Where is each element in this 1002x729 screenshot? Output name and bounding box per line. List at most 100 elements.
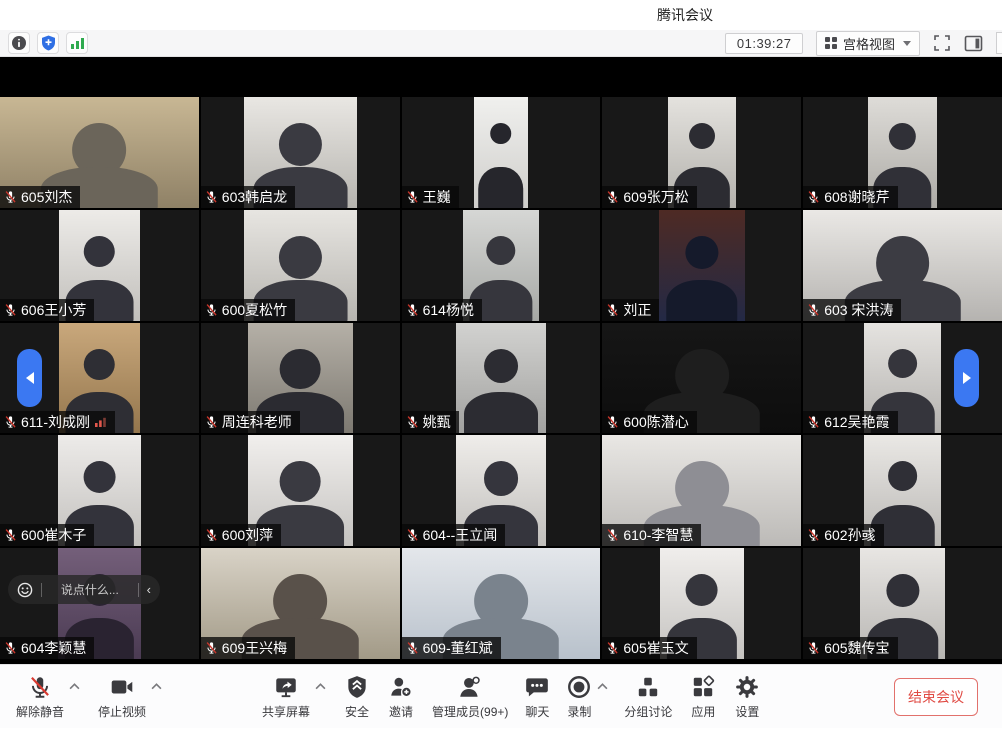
participant-name: 609王兴梅: [222, 640, 287, 656]
collapse-chat-icon[interactable]: ‹: [147, 583, 151, 596]
prev-page-button[interactable]: [17, 349, 42, 407]
next-page-arrow: [963, 372, 971, 384]
video-tile[interactable]: 刘正: [602, 210, 801, 321]
divider: [41, 583, 42, 597]
video-tile[interactable]: 609-董红斌: [402, 548, 601, 659]
participant-name: 612吴艳霞: [824, 414, 889, 430]
mic-muted-icon: [807, 528, 820, 542]
participant-name: 602孙彧: [824, 527, 875, 543]
mic-muted-icon: [807, 415, 820, 429]
expand-caret[interactable]: [315, 683, 326, 690]
meeting-timer: 01:39:27: [725, 33, 804, 54]
security-button[interactable]: 安全: [344, 674, 370, 720]
video-tile[interactable]: 605魏传宝: [803, 548, 1002, 659]
participant-name-tag: 604李颖慧: [0, 637, 94, 659]
video-tile[interactable]: 608谢晓芹: [803, 97, 1002, 208]
video-stage: 605刘杰 603韩启龙: [0, 57, 1002, 664]
dropdown-caret-icon: [903, 41, 911, 46]
participant-name-tag: 周连科老师: [201, 411, 300, 433]
layout-panel-icon: [964, 35, 983, 52]
toolbar-item-label: 管理成员(99+): [432, 703, 508, 720]
quick-chat-input[interactable]: 说点什么...: [50, 581, 130, 598]
mic-muted-icon: [205, 303, 218, 317]
video-tile[interactable]: 602孙彧: [803, 435, 1002, 546]
chat-button[interactable]: 聊天: [524, 674, 550, 720]
video-tile[interactable]: 600陈潜心: [602, 323, 801, 434]
prev-page-arrow: [26, 372, 34, 384]
video-tile[interactable]: 609张万松: [602, 97, 801, 208]
fullscreen-button[interactable]: [933, 34, 951, 52]
video-tile[interactable]: 600崔木子: [0, 435, 199, 546]
view-mode-button[interactable]: 宫格视图: [816, 31, 920, 56]
participant-name-tag: 603韩启龙: [201, 186, 295, 208]
video-tile[interactable]: 605崔玉文: [602, 548, 801, 659]
meeting-info-button[interactable]: [8, 32, 30, 54]
participant-name: 605崔玉文: [623, 640, 688, 656]
video-tile[interactable]: 周连科老师: [201, 323, 400, 434]
video-tile[interactable]: 600夏松竹: [201, 210, 400, 321]
network-quality-icon: [70, 36, 85, 50]
video-tile[interactable]: 603 宋洪涛: [803, 210, 1002, 321]
participant-name-tag: 612吴艳霞: [803, 411, 897, 433]
layout-panel-button[interactable]: [964, 35, 983, 52]
stop-video-button[interactable]: 停止视频: [98, 674, 146, 720]
participant-name-tag: 606王小芳: [0, 299, 94, 321]
person-silhouette: [480, 119, 523, 208]
video-tile[interactable]: 609王兴梅: [201, 548, 400, 659]
expand-caret[interactable]: [597, 683, 608, 690]
mic-muted-icon: [4, 528, 17, 542]
video-tile[interactable]: 610-李智慧: [602, 435, 801, 546]
video-tile[interactable]: 603韩启龙: [201, 97, 400, 208]
participant-name-tag: 600陈潜心: [602, 411, 696, 433]
end-meeting-button[interactable]: 结束会议: [894, 678, 978, 716]
next-page-button[interactable]: [954, 349, 979, 407]
participant-name: 603 宋洪涛: [824, 302, 893, 318]
record-button[interactable]: 录制: [566, 674, 592, 720]
network-quality-button[interactable]: [66, 32, 88, 54]
participant-name: 610-李智慧: [623, 527, 693, 543]
settings-button[interactable]: 设置: [734, 674, 760, 720]
expand-caret[interactable]: [69, 683, 80, 690]
participant-name-tag: 刘正: [602, 299, 659, 321]
mic-muted-icon: [4, 415, 17, 429]
toolbar-item-label: 停止视频: [98, 703, 146, 720]
meeting-window: 腾讯会议 01:39:27 宫格视图: [0, 0, 1002, 729]
participant-name: 605魏传宝: [824, 640, 889, 656]
video-tile[interactable]: 姚甄: [402, 323, 601, 434]
participant-name-tag: 611-刘成刚: [0, 411, 115, 433]
video-tile[interactable]: 王巍: [402, 97, 601, 208]
mic-muted-icon: [606, 528, 619, 542]
participant-name-tag: 604--王立闻: [402, 524, 506, 546]
video-tile[interactable]: 600刘萍: [201, 435, 400, 546]
toolbar-left-group: [8, 32, 88, 54]
video-tile[interactable]: 606王小芳: [0, 210, 199, 321]
toolbar-item-label: 共享屏幕: [262, 703, 310, 720]
invite-button[interactable]: 邀请: [388, 674, 414, 720]
participant-name-tag: 姚甄: [402, 411, 459, 433]
poor-network-icon: [94, 416, 107, 428]
video-tile[interactable]: 605刘杰: [0, 97, 199, 208]
shield-protect-button[interactable]: [37, 32, 59, 54]
participant-name-tag: 609张万松: [602, 186, 696, 208]
mic-muted-icon: [4, 190, 17, 204]
apps-button[interactable]: 应用: [690, 674, 716, 720]
video-tile[interactable]: 604--王立闻: [402, 435, 601, 546]
share-screen-icon: [273, 674, 299, 701]
share-screen-button[interactable]: 共享屏幕: [262, 674, 310, 720]
participant-name-tag: 王巍: [402, 186, 459, 208]
quick-chat-bar[interactable]: 说点什么... ‹: [8, 575, 160, 604]
participant-name: 603韩启龙: [222, 189, 287, 205]
breakout-rooms-icon: [635, 674, 661, 701]
manage-members-button[interactable]: 管理成员(99+): [432, 674, 508, 720]
video-tile[interactable]: 614杨悦: [402, 210, 601, 321]
expand-caret[interactable]: [151, 683, 162, 690]
participant-name: 周连科老师: [222, 414, 292, 430]
breakout-button[interactable]: 分组讨论: [624, 674, 672, 720]
participant-name: 609张万松: [623, 189, 688, 205]
participant-name-tag: 609王兴梅: [201, 637, 295, 659]
unmute-button[interactable]: 解除静音: [16, 674, 64, 720]
smiley-icon[interactable]: [17, 582, 33, 598]
invite-person-icon: [388, 674, 414, 701]
mic-muted-icon: [606, 190, 619, 204]
camera-icon: [109, 674, 135, 701]
